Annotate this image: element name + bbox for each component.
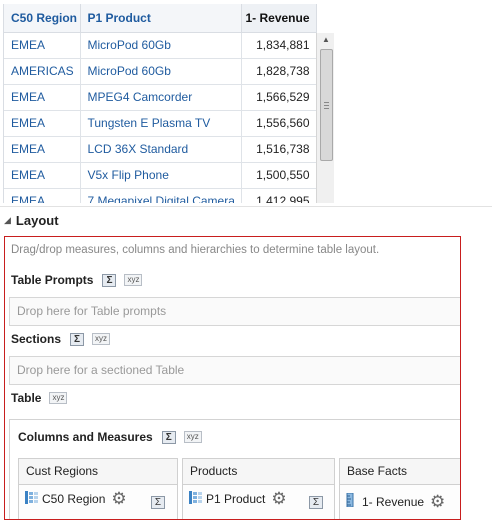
column-group-header[interactable]: Products <box>182 458 335 485</box>
thumb-grip-line <box>324 108 329 109</box>
region-cell[interactable]: EMEA <box>4 110 81 137</box>
column-group-header[interactable]: Cust Regions <box>18 458 178 485</box>
revenue-cell: 1,500,550 <box>241 162 317 189</box>
gear-icon[interactable]: ⚙ <box>271 490 286 507</box>
column-header-revenue[interactable]: 1- Revenue <box>241 4 317 33</box>
revenue-cell: 1,556,560 <box>241 110 317 137</box>
product-cell[interactable]: 7 Megapixel Digital Camera <box>80 188 242 203</box>
layout-section-header[interactable]: ◢ Layout <box>0 206 492 234</box>
hierarchy-column-icon <box>189 491 202 507</box>
xyz-properties-icon[interactable]: xyz <box>49 392 68 404</box>
column-group-header[interactable]: Base Facts <box>339 458 460 485</box>
scrollbar-thumb[interactable] <box>320 49 333 161</box>
table-row-label: Table xyz <box>11 391 68 405</box>
region-cell[interactable]: AMERICAS <box>4 58 81 85</box>
results-table-view: C50 Region P1 Product 1- Revenue EMEA Mi… <box>3 4 334 203</box>
results-table: C50 Region P1 Product 1- Revenue EMEA Mi… <box>4 4 317 203</box>
column-group-cust-regions[interactable]: Cust Regions C50 Region ⚙ Σ <box>18 458 178 519</box>
sigma-totals-icon[interactable]: Σ <box>151 496 165 509</box>
column-item-label: C50 Region <box>42 492 106 506</box>
table-vertical-scrollbar[interactable]: ▲ <box>316 33 334 203</box>
product-cell[interactable]: V5x Flip Phone <box>80 162 242 189</box>
table-row: AMERICAS MicroPod 60Gb 1,828,738 <box>4 58 317 85</box>
xyz-properties-icon[interactable]: xyz <box>92 333 111 345</box>
product-cell[interactable]: Tungsten E Plasma TV <box>80 110 242 137</box>
layout-title: Layout <box>15 213 59 228</box>
hierarchy-column-icon <box>25 491 38 507</box>
table-prompts-row: Table Prompts Σ xyz <box>11 273 143 287</box>
columns-measures-row: Columns and Measures Σ xyz <box>18 430 202 444</box>
product-cell[interactable]: MicroPod 60Gb <box>80 58 242 85</box>
layout-panel: Drag/drop measures, columns and hierarch… <box>4 236 461 520</box>
revenue-cell: 1,566,529 <box>241 84 317 111</box>
column-item-p1-product[interactable]: P1 Product ⚙ <box>189 490 287 507</box>
column-group-body: 1- Revenue ⚙ <box>339 485 460 519</box>
revenue-cell: 1,828,738 <box>241 58 317 85</box>
column-item-c50-region[interactable]: C50 Region ⚙ <box>25 490 127 507</box>
table-row: EMEA LCD 36X Standard 1,516,738 <box>4 136 317 163</box>
column-item-label: P1 Product <box>206 492 266 506</box>
table-row: EMEA MicroPod 60Gb 1,834,881 <box>4 32 317 59</box>
collapse-triangle-icon[interactable]: ◢ <box>4 215 11 226</box>
region-cell[interactable]: EMEA <box>4 162 81 189</box>
column-group-body: C50 Region ⚙ Σ <box>18 485 178 519</box>
gear-icon[interactable]: ⚙ <box>111 490 126 507</box>
column-group-base-facts[interactable]: Base Facts 1- Revenue ⚙ <box>339 458 460 519</box>
table-prompts-dropzone[interactable]: Drop here for Table prompts <box>9 297 460 326</box>
table-header-row: C50 Region P1 Product 1- Revenue <box>4 4 317 33</box>
thumb-grip-line <box>324 105 329 106</box>
layout-hint-text: Drag/drop measures, columns and hierarch… <box>11 244 380 256</box>
xyz-properties-icon[interactable]: xyz <box>124 274 143 286</box>
region-cell[interactable]: EMEA <box>4 84 81 111</box>
product-cell[interactable]: MicroPod 60Gb <box>80 32 242 59</box>
column-group-body: P1 Product ⚙ Σ <box>182 485 335 519</box>
table-row: EMEA 7 Megapixel Digital Camera 1,412,99… <box>4 188 317 203</box>
revenue-cell: 1,834,881 <box>241 32 317 59</box>
gear-icon[interactable]: ⚙ <box>430 493 445 510</box>
sigma-totals-icon[interactable]: Σ <box>309 496 323 509</box>
thumb-grip-line <box>324 102 329 103</box>
column-item-revenue[interactable]: 1- Revenue ⚙ <box>346 492 445 510</box>
region-cell[interactable]: EMEA <box>4 32 81 59</box>
product-cell[interactable]: MPEG4 Camcorder <box>80 84 242 111</box>
table-label: Table <box>11 391 42 405</box>
region-cell[interactable]: EMEA <box>4 136 81 163</box>
xyz-properties-icon[interactable]: xyz <box>183 431 202 443</box>
sigma-totals-icon[interactable]: Σ <box>70 332 85 346</box>
column-header-region[interactable]: C50 Region <box>4 4 81 33</box>
sections-dropzone[interactable]: Drop here for a sectioned Table <box>9 356 460 385</box>
measure-ruler-icon <box>346 492 355 510</box>
scroll-up-arrow-icon[interactable]: ▲ <box>317 33 334 47</box>
column-group-products[interactable]: Products P1 Product ⚙ Σ <box>182 458 335 519</box>
column-item-label: 1- Revenue <box>362 494 425 509</box>
sigma-totals-icon[interactable]: Σ <box>161 430 176 444</box>
columns-measures-label: Columns and Measures <box>18 430 153 444</box>
region-cell[interactable]: EMEA <box>4 188 81 203</box>
column-header-product[interactable]: P1 Product <box>80 4 242 33</box>
revenue-cell: 1,516,738 <box>241 136 317 163</box>
sections-row: Sections Σ xyz <box>11 332 111 346</box>
revenue-cell: 1,412,995 <box>241 188 317 203</box>
sections-label: Sections <box>11 332 62 346</box>
columns-and-measures-box: Columns and Measures Σ xyz Cust Regions <box>9 419 460 519</box>
table-row: EMEA Tungsten E Plasma TV 1,556,560 <box>4 110 317 137</box>
sigma-totals-icon[interactable]: Σ <box>102 273 117 287</box>
table-prompts-label: Table Prompts <box>11 273 94 287</box>
product-cell[interactable]: LCD 36X Standard <box>80 136 242 163</box>
table-row: EMEA V5x Flip Phone 1,500,550 <box>4 162 317 189</box>
table-row: EMEA MPEG4 Camcorder 1,566,529 <box>4 84 317 111</box>
